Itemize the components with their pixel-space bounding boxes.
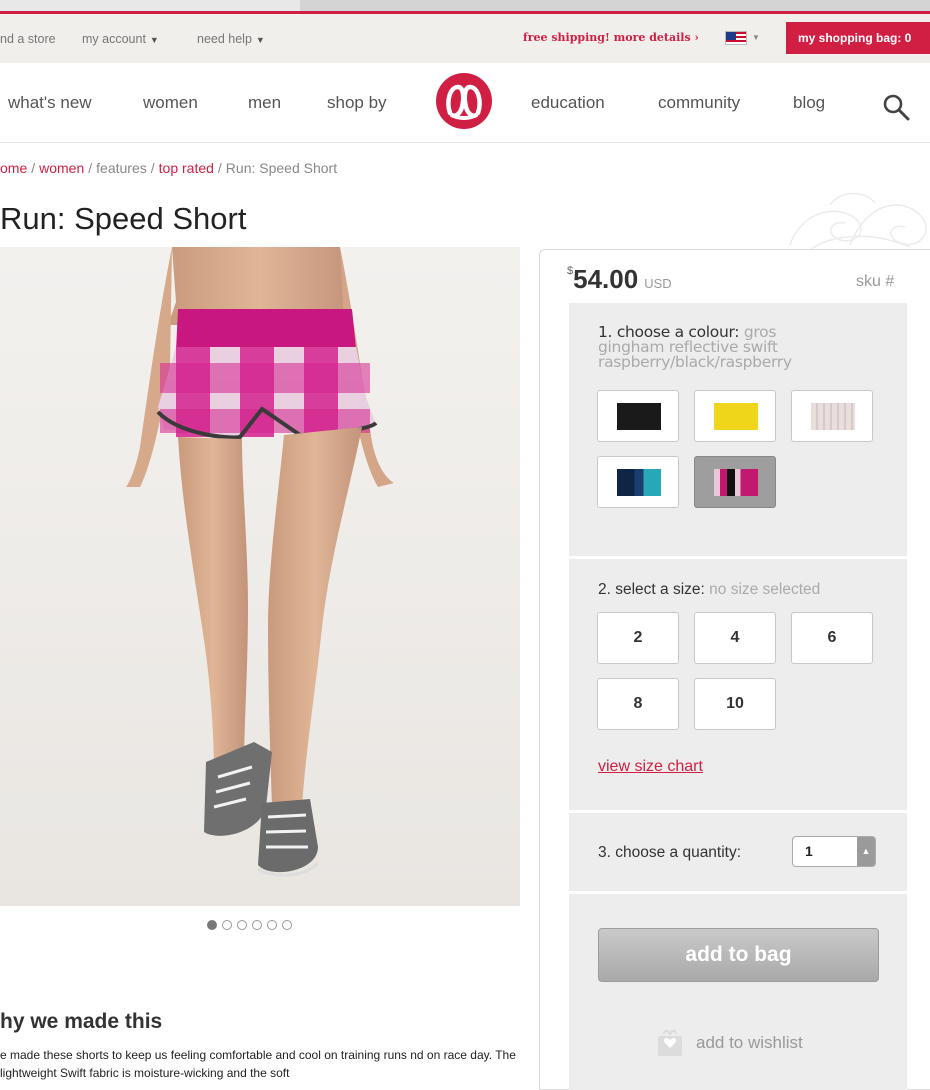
chevron-down-icon: ▲ <box>857 837 875 866</box>
gift-icon[interactable] <box>656 1026 684 1058</box>
nav-men[interactable]: men <box>248 93 281 113</box>
price-symbol: $ <box>567 265 574 277</box>
colour-swatch-light-stripe[interactable] <box>791 390 873 442</box>
nav-community[interactable]: community <box>658 93 740 113</box>
size-option-2[interactable]: 2 <box>597 612 679 664</box>
breadcrumb-home[interactable]: ome <box>0 160 27 176</box>
quantity-value: 1 <box>805 843 813 859</box>
search-icon[interactable] <box>882 93 910 121</box>
sku-label: sku # <box>856 273 895 290</box>
gallery-dot[interactable] <box>282 920 292 930</box>
my-account-menu[interactable]: my account ▼ <box>82 32 159 46</box>
size-status: no size selected <box>709 581 821 598</box>
breadcrumb-top-rated[interactable]: top rated <box>159 160 214 176</box>
size-option-10[interactable]: 10 <box>694 678 776 730</box>
gallery-dot[interactable] <box>222 920 232 930</box>
breadcrumb: ome / women / features / top rated / Run: Speed … <box>0 160 337 176</box>
nav-education[interactable]: education <box>531 93 605 113</box>
size-label: 2. select a size: no size selected <box>598 581 820 599</box>
actions-section <box>569 894 907 1090</box>
breadcrumb-separator: / <box>150 160 155 176</box>
nav-blog[interactable]: blog <box>793 93 825 113</box>
chevron-down-icon[interactable]: ▼ <box>752 33 760 42</box>
breadcrumb-current: Run: Speed Short <box>225 160 338 176</box>
colour-swatch-yellow[interactable] <box>694 390 776 442</box>
need-help-label: need help <box>197 32 252 46</box>
view-size-chart-link[interactable]: view size chart <box>598 758 703 776</box>
price-amount: 54.00 <box>573 264 639 294</box>
size-option-6[interactable]: 6 <box>791 612 873 664</box>
my-account-label: my account <box>82 32 146 46</box>
chevron-down-icon: ▼ <box>255 35 265 45</box>
colour-swatch-navy-teal[interactable] <box>597 456 679 508</box>
utility-bar: nd a store my account ▼ need help ▼ free s… <box>0 14 930 63</box>
gallery-dot[interactable] <box>207 920 217 930</box>
main-nav: what's new women men shop by education c… <box>0 63 930 143</box>
free-shipping-label: free shipping! more details <box>523 31 691 44</box>
colour-label: 1. choose a colour: gros gingham reflect… <box>598 324 838 370</box>
nav-shop-by[interactable]: shop by <box>327 93 387 113</box>
shopping-bag-button[interactable]: my shopping bag: 0 <box>786 22 930 54</box>
gallery-dot[interactable] <box>252 920 262 930</box>
top-strip-tab <box>300 0 930 11</box>
why-we-made-this-heading: hy we made this <box>0 1010 163 1033</box>
why-we-made-this-text: e made these shorts to keep us feeling c… <box>0 1048 516 1080</box>
nav-women[interactable]: women <box>143 93 198 113</box>
find-store-link[interactable]: nd a store <box>0 32 56 46</box>
colour-swatch-raspberry-black[interactable] <box>694 456 776 508</box>
colour-swatch-black[interactable] <box>597 390 679 442</box>
gallery-pagination <box>207 920 292 930</box>
product-image[interactable] <box>0 247 520 906</box>
chevron-down-icon: ▼ <box>149 35 159 45</box>
us-flag-icon[interactable] <box>725 31 747 45</box>
page-title: Run: Speed Short <box>0 201 247 236</box>
product-price: $54.00 USD <box>567 264 672 295</box>
size-option-8[interactable]: 8 <box>597 678 679 730</box>
gallery-dot[interactable] <box>267 920 277 930</box>
swatch-chip <box>714 469 758 496</box>
breadcrumb-features[interactable]: features <box>96 160 147 176</box>
browser-top-strip <box>0 0 930 14</box>
decorative-swirl-icon <box>789 192 927 251</box>
nav-whats-new[interactable]: what's new <box>8 93 92 113</box>
free-shipping-link[interactable]: free shipping! more details › <box>523 31 699 44</box>
lululemon-logo-icon[interactable] <box>436 73 492 129</box>
swatch-chip <box>714 403 758 430</box>
breadcrumb-separator: / <box>217 160 222 176</box>
breadcrumb-women[interactable]: women <box>39 160 84 176</box>
quantity-select[interactable]: 1 ▲ <box>792 836 876 867</box>
swatch-chip <box>811 403 855 430</box>
gallery-dot[interactable] <box>237 920 247 930</box>
breadcrumb-separator: / <box>31 160 36 176</box>
add-to-wishlist-link[interactable]: add to wishlist <box>696 1033 803 1053</box>
size-step-label: 2. select a size: <box>598 581 705 598</box>
breadcrumb-separator: / <box>88 160 93 176</box>
swatch-chip <box>617 469 661 496</box>
quantity-label: 3. choose a quantity: <box>598 844 742 861</box>
swatch-chip <box>617 403 661 430</box>
size-option-4[interactable]: 4 <box>694 612 776 664</box>
need-help-menu[interactable]: need help ▼ <box>197 32 265 46</box>
add-to-bag-button[interactable]: add to bag <box>598 928 879 982</box>
price-currency: USD <box>644 276 672 291</box>
